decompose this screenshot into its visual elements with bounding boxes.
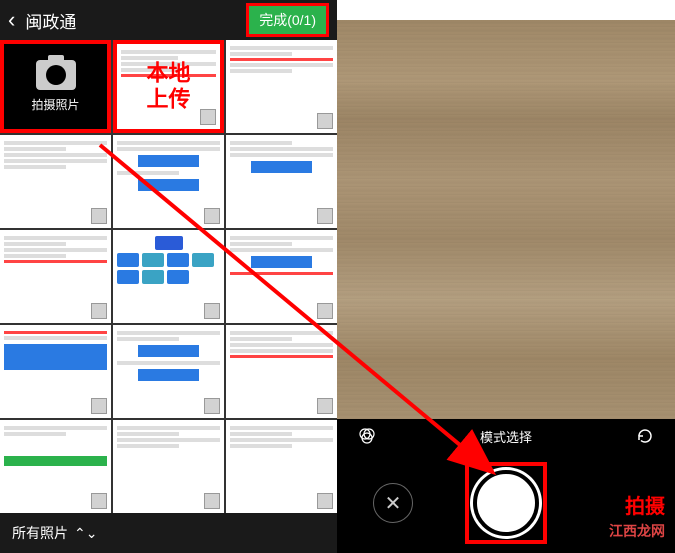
done-button[interactable]: 完成(0/1) bbox=[246, 3, 329, 37]
grid-thumb[interactable] bbox=[0, 325, 111, 418]
chevron-up-down-icon: ⌃⌄ bbox=[74, 525, 97, 542]
camera-viewfinder bbox=[337, 20, 675, 419]
select-check[interactable] bbox=[91, 303, 107, 319]
back-icon[interactable]: ‹ bbox=[8, 7, 15, 33]
app-title: 闽政通 bbox=[25, 8, 236, 33]
select-check[interactable] bbox=[200, 109, 216, 125]
local-upload-label: 本地 上传 bbox=[146, 60, 190, 113]
shoot-label: 拍摄 bbox=[625, 495, 665, 519]
select-check[interactable] bbox=[317, 398, 333, 414]
select-check[interactable] bbox=[91, 208, 107, 224]
grid-thumb[interactable] bbox=[113, 420, 224, 513]
select-check[interactable] bbox=[91, 493, 107, 509]
select-check[interactable] bbox=[317, 113, 333, 129]
grid-thumb[interactable] bbox=[226, 135, 337, 228]
grid-thumb[interactable] bbox=[0, 420, 111, 513]
mode-select-label: 模式选择 bbox=[480, 427, 532, 446]
watermark-text: 江西龙网 bbox=[609, 521, 665, 541]
grid-thumb[interactable] bbox=[0, 230, 111, 323]
grid-thumb[interactable] bbox=[226, 230, 337, 323]
grid-thumb[interactable] bbox=[226, 40, 337, 133]
grid-thumb[interactable] bbox=[113, 230, 224, 323]
select-check[interactable] bbox=[91, 398, 107, 414]
gallery-panel: ‹ 闽政通 完成(0/1) 拍摄照片 本地 上传 bbox=[0, 0, 337, 553]
shutter-button[interactable] bbox=[473, 470, 539, 536]
refresh-icon[interactable] bbox=[635, 426, 655, 446]
select-check[interactable] bbox=[204, 303, 220, 319]
select-check[interactable] bbox=[317, 208, 333, 224]
camera-panel: 模式选择 ✕ 拍摄 江西龙网 bbox=[337, 0, 675, 553]
cancel-button[interactable]: ✕ bbox=[373, 483, 413, 523]
take-photo-cell[interactable]: 拍摄照片 bbox=[0, 40, 111, 133]
grid-thumb[interactable] bbox=[113, 325, 224, 418]
filter-icon[interactable] bbox=[357, 426, 377, 446]
select-check[interactable] bbox=[204, 208, 220, 224]
select-check[interactable] bbox=[204, 398, 220, 414]
grid-thumb[interactable] bbox=[113, 135, 224, 228]
photo-grid: 拍摄照片 本地 上传 bbox=[0, 40, 337, 513]
select-check[interactable] bbox=[204, 493, 220, 509]
all-photos-bar[interactable]: 所有照片 ⌃⌄ bbox=[0, 513, 337, 553]
shutter-bar: ✕ 拍摄 江西龙网 bbox=[337, 453, 675, 553]
all-photos-label: 所有照片 bbox=[12, 523, 68, 543]
shutter-highlight bbox=[465, 462, 547, 544]
take-photo-label: 拍摄照片 bbox=[31, 96, 79, 113]
select-check[interactable] bbox=[317, 303, 333, 319]
camera-icon bbox=[36, 60, 76, 90]
gallery-header: ‹ 闽政通 完成(0/1) bbox=[0, 0, 337, 40]
camera-status-bar bbox=[337, 0, 675, 20]
grid-thumb[interactable] bbox=[226, 325, 337, 418]
mode-select-bar: 模式选择 bbox=[337, 419, 675, 453]
local-upload-cell[interactable]: 本地 上传 bbox=[113, 40, 224, 133]
grid-thumb[interactable] bbox=[226, 420, 337, 513]
grid-thumb[interactable] bbox=[0, 135, 111, 228]
select-check[interactable] bbox=[317, 493, 333, 509]
